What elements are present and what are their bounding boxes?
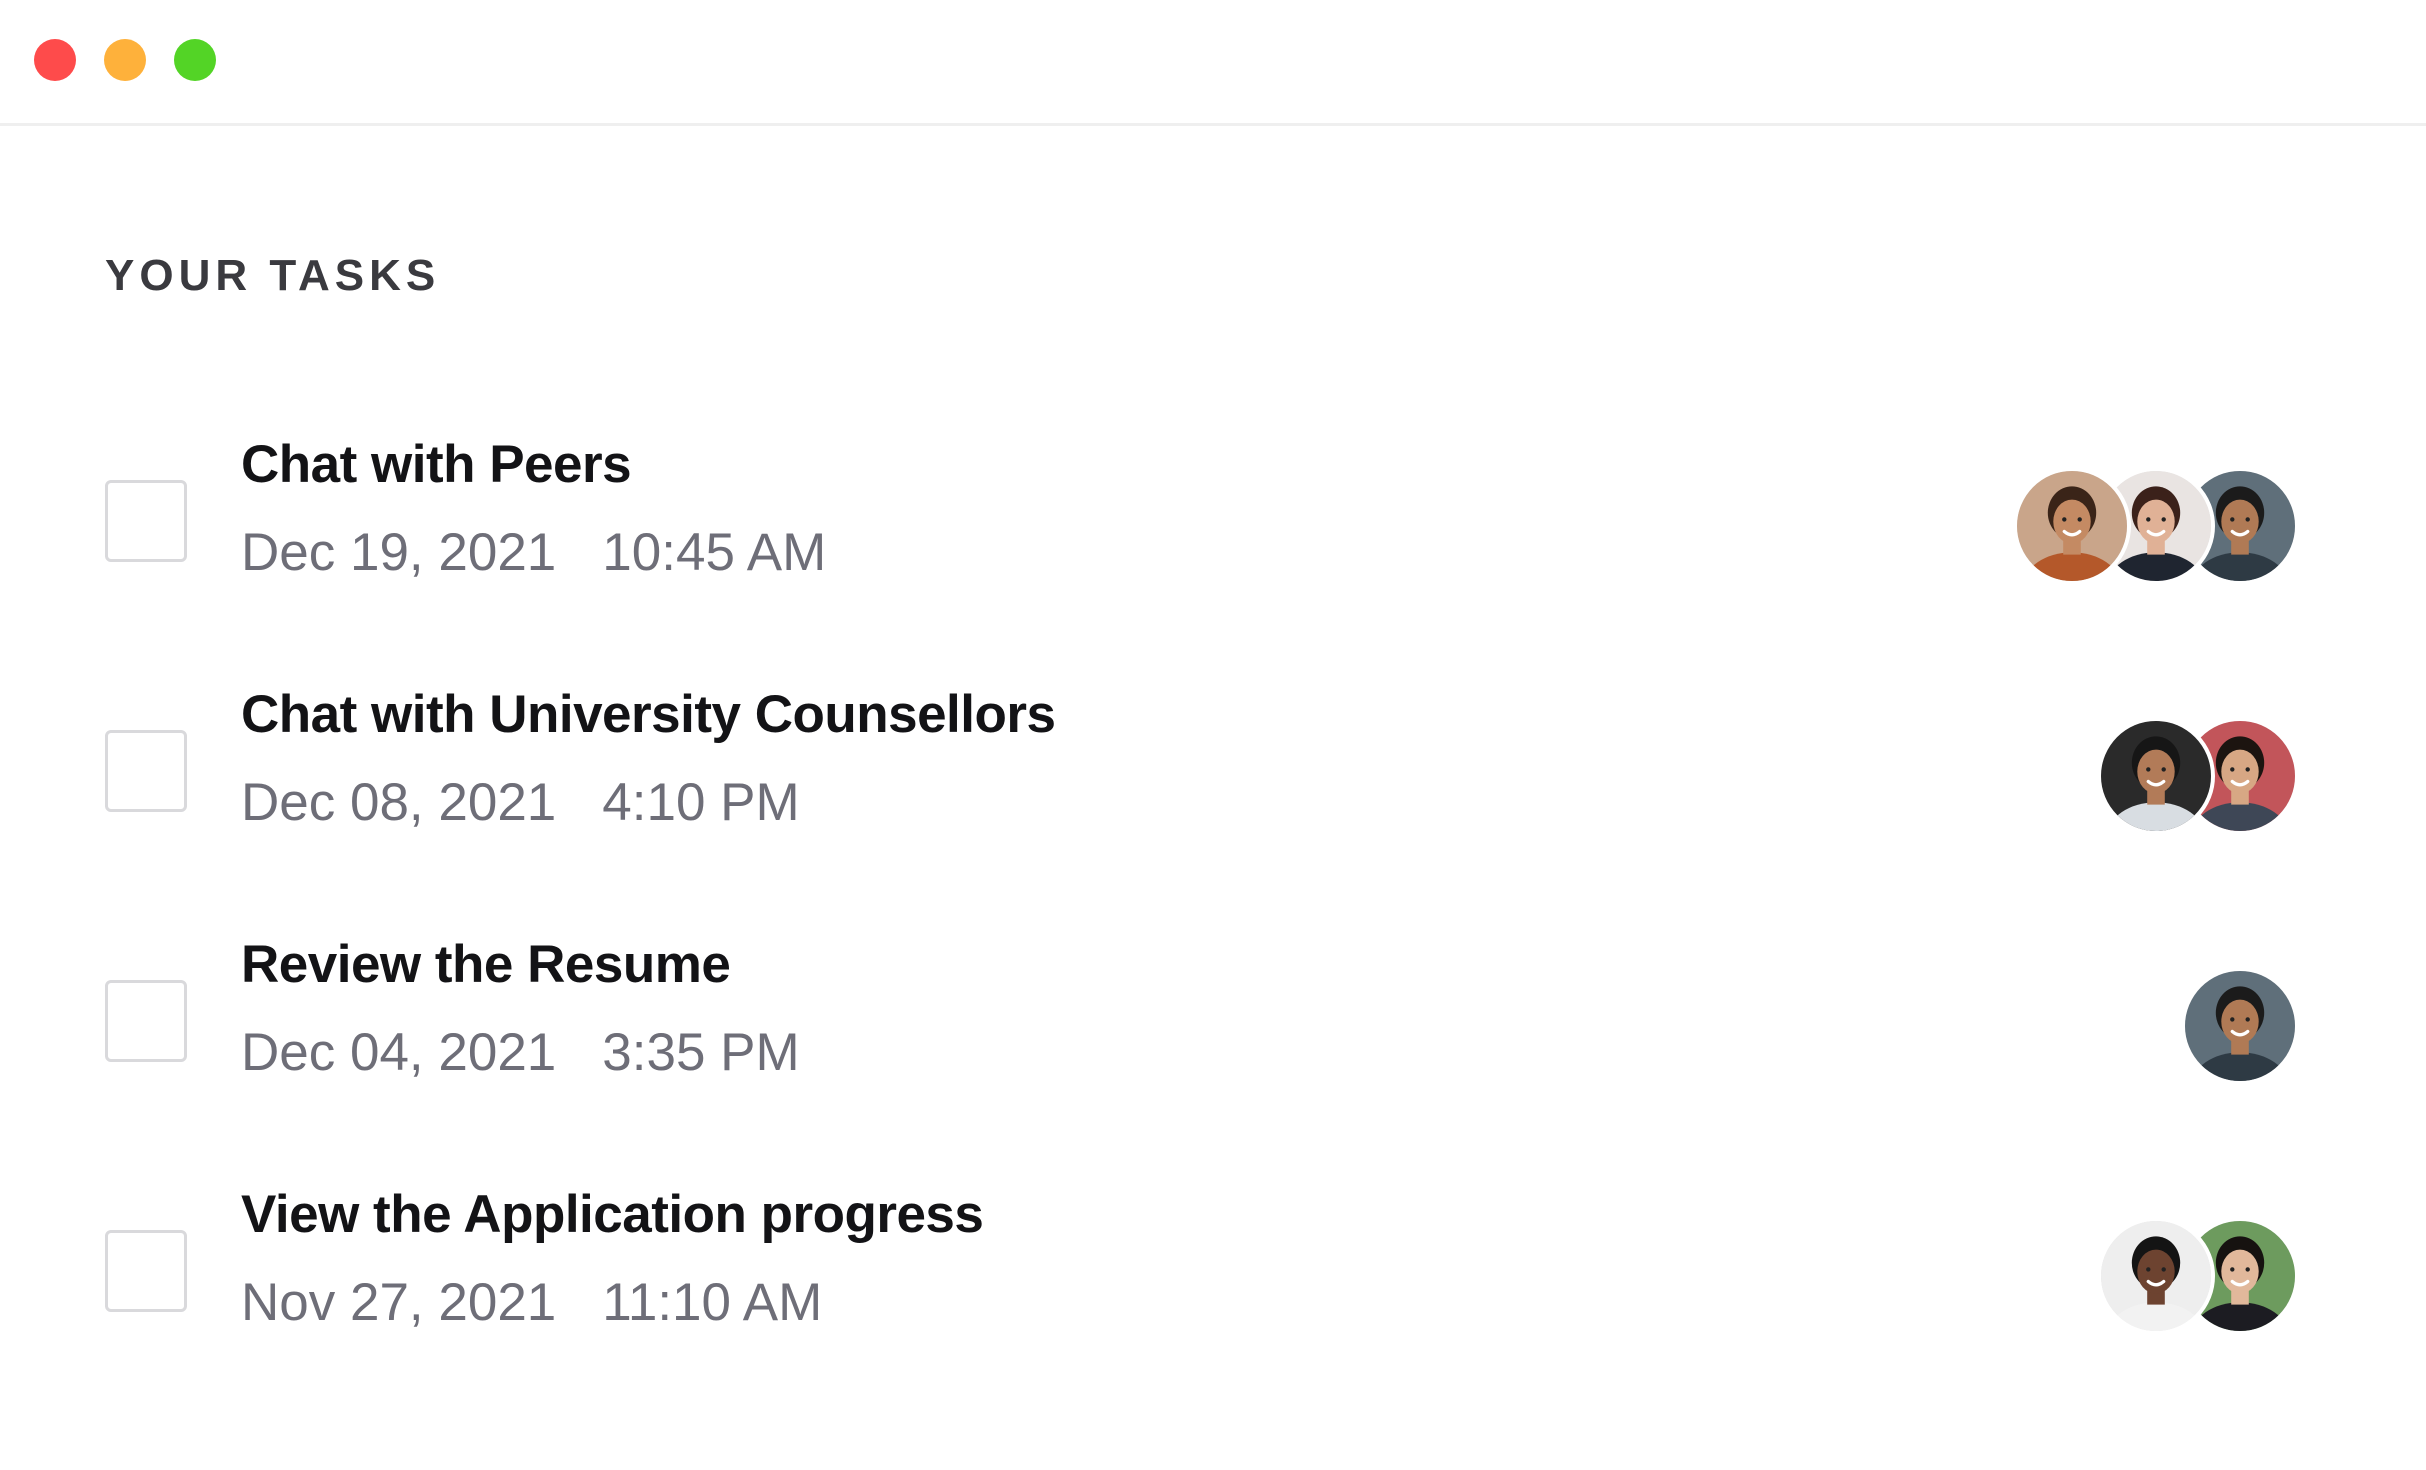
task-checkbox[interactable] — [105, 480, 187, 562]
participant-avatars — [2013, 467, 2299, 585]
task-datetime: Dec 04, 2021 3:35 PM — [241, 1018, 800, 1088]
task-title[interactable]: Chat with University Counsellors — [241, 680, 1056, 750]
task-date: Dec 08, 2021 — [241, 773, 557, 832]
task-time: 10:45 AM — [602, 523, 827, 582]
section-title: YOUR TASKS — [105, 251, 441, 300]
task-datetime: Nov 27, 2021 11:10 AM — [241, 1268, 822, 1338]
task-checkbox[interactable] — [105, 980, 187, 1062]
participant-avatars — [2097, 1217, 2299, 1335]
user-avatar[interactable] — [2181, 967, 2299, 1085]
user-avatar[interactable] — [2013, 467, 2131, 585]
app-window: YOUR TASKS Chat with Peers Dec 19, 2021 10… — [0, 0, 2426, 1470]
task-datetime: Dec 19, 2021 10:45 AM — [241, 518, 826, 588]
task-checkbox[interactable] — [105, 1230, 187, 1312]
minimize-window-button[interactable] — [104, 39, 146, 81]
task-row[interactable]: Chat with University Counsellors Dec 08, … — [0, 680, 2426, 900]
task-time: 3:35 PM — [602, 1023, 800, 1082]
task-date: Nov 27, 2021 — [241, 1273, 557, 1332]
task-checkbox[interactable] — [105, 730, 187, 812]
task-row[interactable]: View the Application progress Nov 27, 202… — [0, 1180, 2426, 1400]
participant-avatars — [2097, 717, 2299, 835]
user-avatar[interactable] — [2097, 717, 2215, 835]
zoom-window-button[interactable] — [174, 39, 216, 81]
task-title[interactable]: View the Application progress — [241, 1180, 984, 1250]
task-title[interactable]: Chat with Peers — [241, 430, 632, 500]
close-window-button[interactable] — [34, 39, 76, 81]
user-avatar[interactable] — [2097, 1217, 2215, 1335]
task-row[interactable]: Chat with Peers Dec 19, 2021 10:45 AM — [0, 430, 2426, 650]
participant-avatars — [2181, 967, 2299, 1085]
task-time: 11:10 AM — [602, 1273, 823, 1332]
task-datetime: Dec 08, 2021 4:10 PM — [241, 768, 800, 838]
task-date: Dec 04, 2021 — [241, 1023, 557, 1082]
task-date: Dec 19, 2021 — [241, 523, 557, 582]
title-bar — [0, 0, 2426, 126]
task-time: 4:10 PM — [602, 773, 800, 832]
task-row[interactable]: Review the Resume Dec 04, 2021 3:35 PM — [0, 930, 2426, 1150]
task-title[interactable]: Review the Resume — [241, 930, 731, 1000]
